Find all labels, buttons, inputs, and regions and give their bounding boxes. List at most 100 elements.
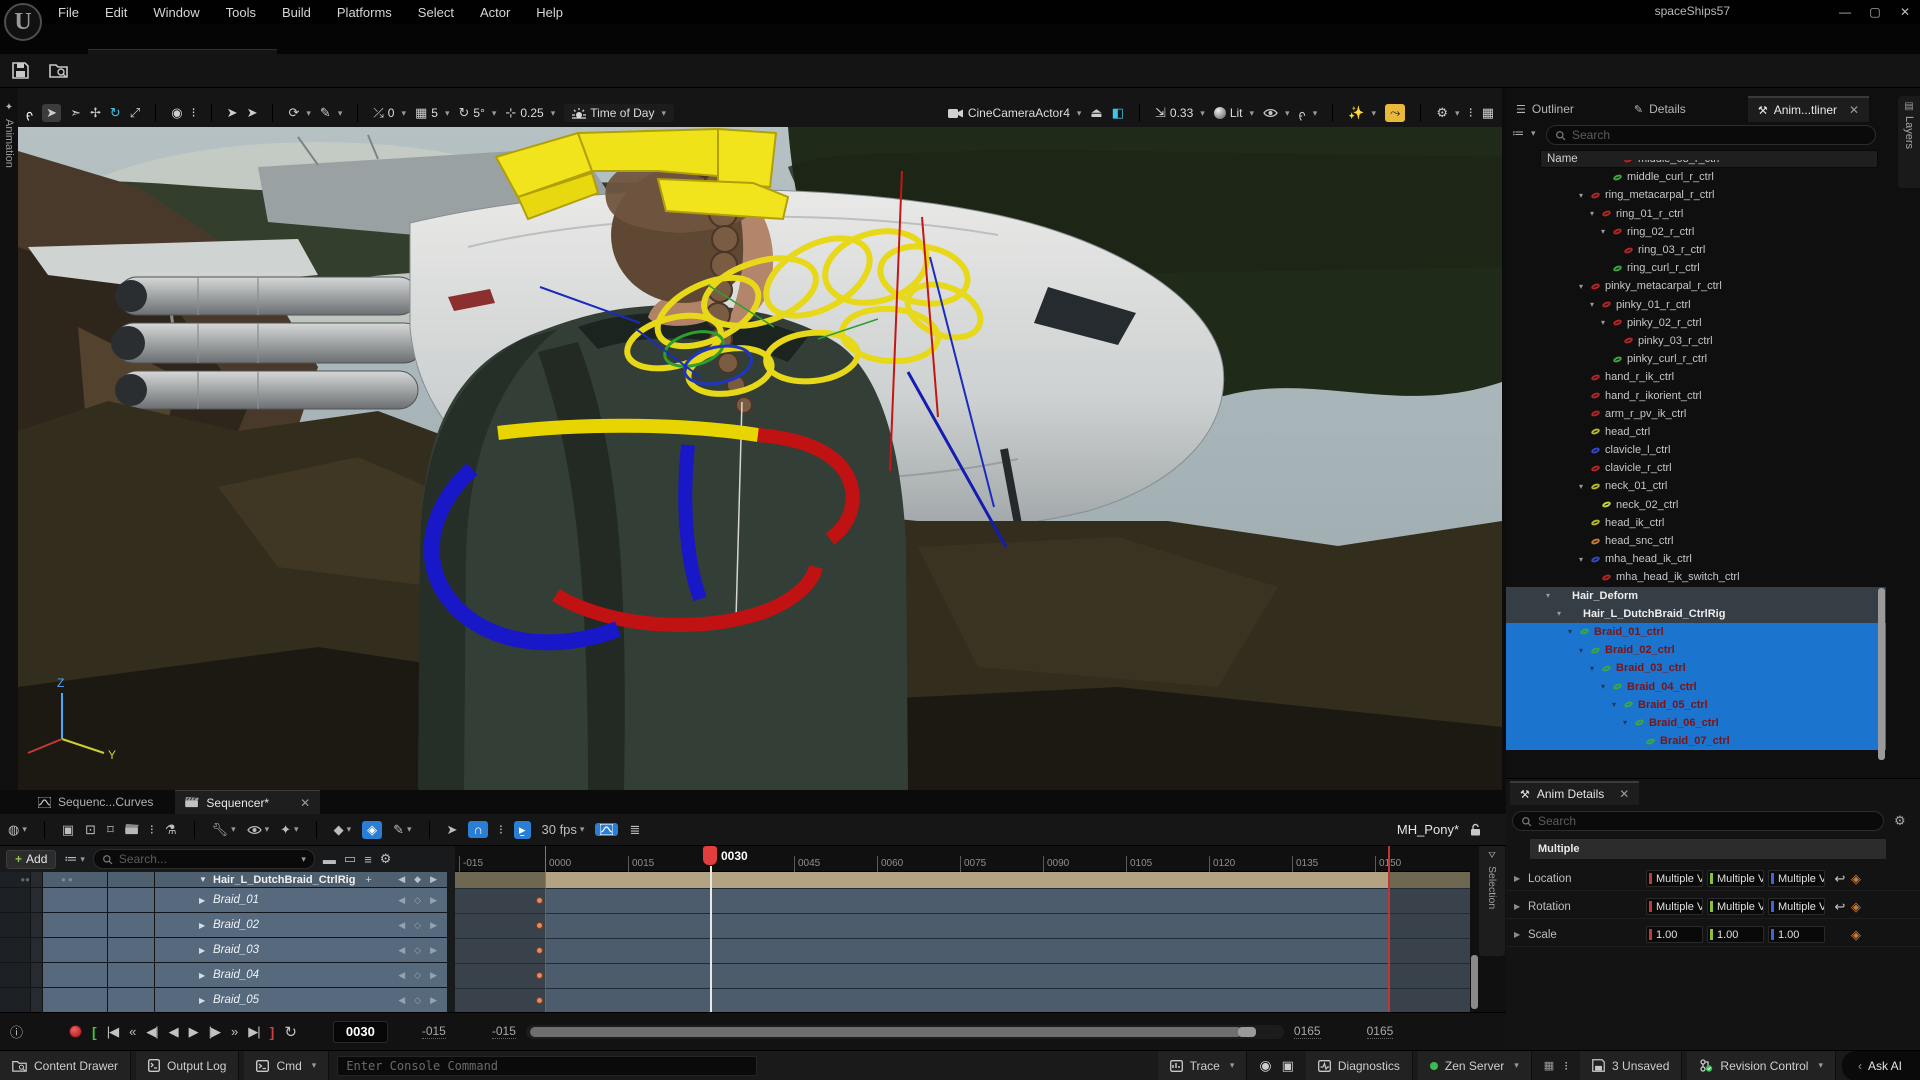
settings-gear-icon[interactable]: ⚙ [1894, 813, 1906, 829]
character-display-dropdown[interactable]: ᠻ▾ [1299, 102, 1318, 125]
outliner-tree-item[interactable]: ▾ Braid_01_ctrl [1506, 623, 1886, 641]
layers-side-tab[interactable]: ▤ Layers [1898, 96, 1920, 188]
menu-item[interactable]: Edit [105, 5, 127, 20]
track-header-ctrlrig[interactable]: ●● ● ● ▼ Hair_L_DutchBraid_CtrlRig + ◀◆▶ [0, 872, 447, 888]
menu-item[interactable]: Platforms [337, 5, 392, 20]
fps-dropdown[interactable]: 30 fps▾ [542, 822, 585, 837]
transport-button[interactable]: ▶| [248, 1024, 259, 1040]
value-x-field[interactable]: 1.00 [1646, 926, 1703, 943]
unreal-logo-icon[interactable]: U [4, 3, 42, 41]
world-dropdown[interactable]: ◍▾ [8, 822, 27, 838]
expand-arrow-icon[interactable]: ▶ [199, 921, 213, 930]
expand-arrow-icon[interactable]: ▶ [1514, 902, 1528, 911]
spline-tool-dropdown[interactable]: ✎▾ [320, 105, 342, 121]
tab-anim-outliner[interactable]: ⚒ Anim...tliner ✕ [1748, 96, 1869, 122]
outliner-tree-item[interactable]: ▾ pinky_metacarpal_r_ctrl [1506, 277, 1886, 295]
close-button[interactable]: ✕ [1890, 1, 1920, 23]
details-view-icon[interactable]: ≣ [629, 822, 640, 838]
track-row[interactable]: ▶ Braid_04 ◀◇▶ [0, 963, 447, 988]
outliner-tree-item[interactable]: ▾ neck_01_ctrl [1506, 477, 1886, 495]
tab-sequencer[interactable]: Sequencer* ✕ [175, 790, 320, 814]
keyframe-dot[interactable] [536, 922, 543, 929]
outliner-tree-item[interactable]: Braid_07_ctrl [1506, 732, 1886, 750]
working-range-band[interactable] [455, 872, 1470, 888]
sequence-asset-name[interactable]: MH_Pony* [1397, 822, 1459, 837]
add-section-icon[interactable]: + [365, 874, 371, 886]
tab-outliner[interactable]: ☰ Outliner [1506, 96, 1584, 122]
outliner-tree-item[interactable]: ▾ Braid_04_ctrl [1506, 677, 1886, 695]
expand-arrow-icon[interactable]: ▾ [1590, 664, 1602, 673]
outliner-tree-item[interactable]: mha_head_ik_switch_ctrl [1506, 568, 1886, 586]
menu-item[interactable]: Select [418, 5, 454, 20]
close-tab-icon[interactable]: ✕ [1619, 787, 1629, 801]
track-settings-gear-icon[interactable]: ⚙ [380, 851, 392, 867]
view-density-compact-icon[interactable]: ▬ [323, 852, 336, 867]
value-z-field[interactable]: Multiple Va [1768, 898, 1825, 915]
eject-camera-icon[interactable]: ⏏ [1090, 105, 1102, 121]
snap-toggle[interactable]: ∩ [468, 821, 487, 838]
expand-arrow-icon[interactable]: ▾ [1579, 282, 1591, 291]
trace-dropdown[interactable]: Trace▾ [1158, 1051, 1248, 1080]
expand-arrow-icon[interactable]: ▾ [1579, 555, 1591, 564]
diagnostics-button[interactable]: Diagnostics [1306, 1051, 1413, 1080]
keyframe-dot[interactable] [536, 947, 543, 954]
view-mode-dropdown[interactable]: Lit▾ [1214, 106, 1254, 120]
view-density-relaxed-icon[interactable]: ▭ [344, 851, 356, 867]
cursor-tool[interactable]: ➣ [70, 105, 81, 121]
ddc-grid-icon[interactable]: ▦ [1544, 1059, 1554, 1072]
outliner-tree-item[interactable]: ▾ Braid_02_ctrl [1506, 641, 1886, 659]
rotation-snap-dropdown[interactable]: ↻5°▾ [459, 105, 497, 121]
outliner-tree-item[interactable]: clavicle_r_ctrl [1506, 459, 1886, 477]
key-nav-icons[interactable]: ◀◇▶ [398, 945, 437, 956]
outliner-tree-item[interactable]: head_ik_ctrl [1506, 514, 1886, 532]
more-options-icon[interactable]: ⁝ [150, 822, 154, 838]
keyframe-diamond-icon[interactable]: ◈ [1851, 871, 1861, 887]
outliner-tree-item[interactable]: pinky_curl_r_ctrl [1506, 350, 1886, 368]
more-options-icon[interactable]: ⁝ [1564, 1059, 1568, 1073]
menu-item[interactable]: Tools [226, 5, 256, 20]
track-row[interactable]: ▶ Braid_05 ◀◇▶ [0, 988, 447, 1013]
track-filter-dropdown[interactable]: ≔▾ [64, 851, 85, 867]
expand-arrow-icon[interactable]: ▾ [1568, 627, 1580, 636]
outliner-tree-item[interactable]: ▾ pinky_01_r_ctrl [1506, 296, 1886, 314]
outliner-tree-item[interactable]: ▾ Hair_L_DutchBraid_CtrlRig [1506, 605, 1886, 623]
expand-arrow-icon[interactable]: ▾ [1557, 609, 1569, 618]
close-tab-icon[interactable]: ✕ [1849, 103, 1859, 117]
surface-snap-dropdown[interactable]: ⤰0▾ [373, 105, 406, 121]
transform-options-icon[interactable]: ⁝ [192, 105, 196, 121]
reset-icon[interactable]: ↩ [1829, 871, 1851, 887]
outliner-tree-item[interactable]: hand_r_ikorient_ctrl [1506, 386, 1886, 404]
expand-arrow-icon[interactable]: ▶ [199, 946, 213, 955]
anim-details-search-input[interactable]: Search [1512, 811, 1884, 831]
expand-arrow-icon[interactable]: ▾ [1579, 191, 1591, 200]
scale-tool[interactable]: ⤢ [130, 105, 140, 121]
keyframe-dot[interactable] [536, 997, 543, 1004]
expand-arrow-icon[interactable]: ▶ [1514, 930, 1528, 939]
record-button[interactable] [69, 1025, 82, 1038]
render-movie-icon[interactable] [125, 824, 139, 835]
expand-arrow-icon[interactable]: ▾ [1623, 718, 1635, 727]
console-command-input[interactable]: Enter Console Command [337, 1056, 757, 1076]
menu-item[interactable]: Actor [480, 5, 510, 20]
snapshot-icon[interactable]: ▣ [1282, 1058, 1294, 1074]
outliner-tree-item[interactable]: pinky_03_r_ctrl [1506, 332, 1886, 350]
expand-arrow-icon[interactable]: ▶ [199, 896, 213, 905]
cmd-dropdown[interactable]: Cmd▾ [244, 1051, 329, 1080]
track-row[interactable]: ▶ Braid_02 ◀◇▶ [0, 913, 447, 938]
minimize-button[interactable]: — [1830, 1, 1860, 23]
value-x-field[interactable]: Multiple Va [1646, 870, 1703, 887]
timeline-hscrollbar[interactable] [526, 1025, 1284, 1039]
animation-side-tab[interactable]: Animation [3, 119, 15, 168]
tools-dropdown[interactable]: 🔧︎▾ [212, 822, 236, 838]
menu-item[interactable]: Build [282, 5, 311, 20]
outliner-search-input[interactable]: Search [1546, 125, 1876, 145]
outliner-tree-item[interactable]: ▾ ring_01_r_ctrl [1506, 205, 1886, 223]
menu-item[interactable]: Help [536, 5, 563, 20]
expand-arrow-icon[interactable]: ▾ [1590, 209, 1602, 218]
value-y-field[interactable]: 1.00 [1707, 926, 1764, 943]
range-end-field[interactable]: 0165 [1367, 1024, 1394, 1039]
playhead-line[interactable] [710, 866, 712, 1012]
selection-side-tab[interactable]: ⛛ Selection [1479, 846, 1505, 956]
loop-icon[interactable]: ↻ [284, 1023, 297, 1041]
rotate-tool[interactable]: ↻ [110, 105, 121, 121]
